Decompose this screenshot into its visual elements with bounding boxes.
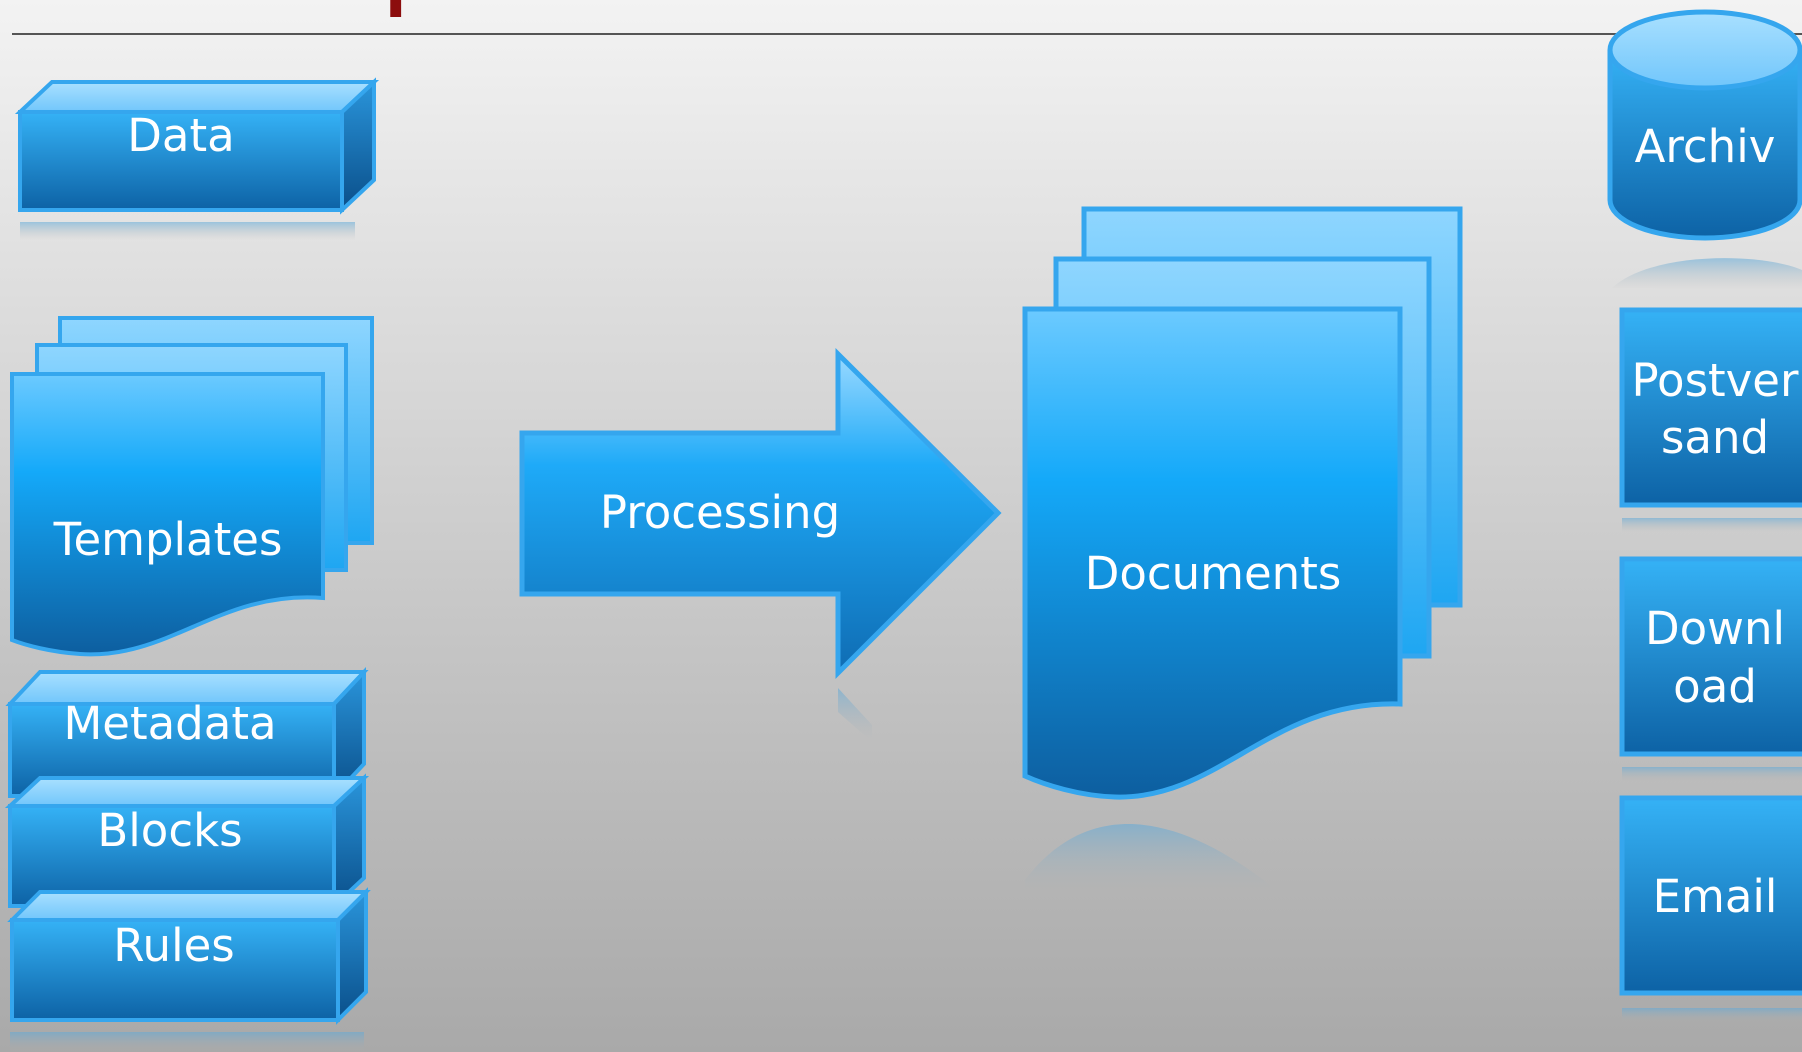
email-reflection (1622, 1008, 1802, 1022)
processing-label: Processing (600, 486, 840, 539)
svg-text:cope: cope (240, 0, 529, 21)
rules-reflection (10, 1032, 364, 1052)
download-label-line1: Downl (1645, 602, 1785, 655)
blocks-box[interactable]: Blocks (4, 773, 370, 911)
slide-title-fragment: cope eeeee e (240, 0, 1054, 21)
email-box[interactable]: Email (1619, 795, 1802, 1022)
archive-reflection (1612, 258, 1802, 290)
data-reflection (20, 222, 355, 240)
archive-label: Archiv (1635, 120, 1776, 173)
postal-box[interactable]: Postver sand (1619, 307, 1802, 532)
download-box-face (1619, 556, 1802, 757)
documents-stack[interactable]: Documents (1022, 206, 1463, 895)
download-reflection (1622, 767, 1802, 781)
svg-text:eeeee: eeeee (560, 0, 929, 21)
rules-label: Rules (113, 919, 234, 972)
postal-label-line2: sand (1661, 411, 1769, 464)
processing-arrow[interactable]: Processing (519, 347, 1002, 742)
postal-label-line1: Postver (1632, 354, 1799, 407)
postal-box-face (1619, 307, 1802, 508)
documents-reflection (1025, 824, 1270, 895)
processing-arrow-reflection (838, 688, 872, 742)
rules-box-top (7, 890, 371, 922)
download-label-line2: oad (1673, 660, 1757, 713)
documents-label: Documents (1085, 547, 1342, 600)
data-box-top (14, 80, 380, 114)
data-label: Data (127, 109, 234, 162)
archive-top (1607, 9, 1802, 91)
download-box[interactable]: Downl oad (1619, 556, 1802, 781)
postal-reflection (1622, 518, 1802, 532)
svg-text:e: e (980, 0, 1054, 21)
rules-box[interactable]: Rules (7, 887, 371, 1052)
document-processing-diagram: cope eeeee e Data Templates Metadata Blo… (4, 0, 1802, 1052)
blocks-box-top (4, 776, 370, 808)
data-box[interactable]: Data (14, 77, 380, 240)
blocks-label: Blocks (97, 804, 242, 857)
archive-cylinder[interactable]: Archiv (1607, 9, 1802, 290)
templates-stack[interactable]: Templates (10, 316, 374, 657)
metadata-label: Metadata (63, 697, 276, 750)
templates-label: Templates (53, 513, 283, 566)
email-label: Email (1653, 870, 1778, 923)
